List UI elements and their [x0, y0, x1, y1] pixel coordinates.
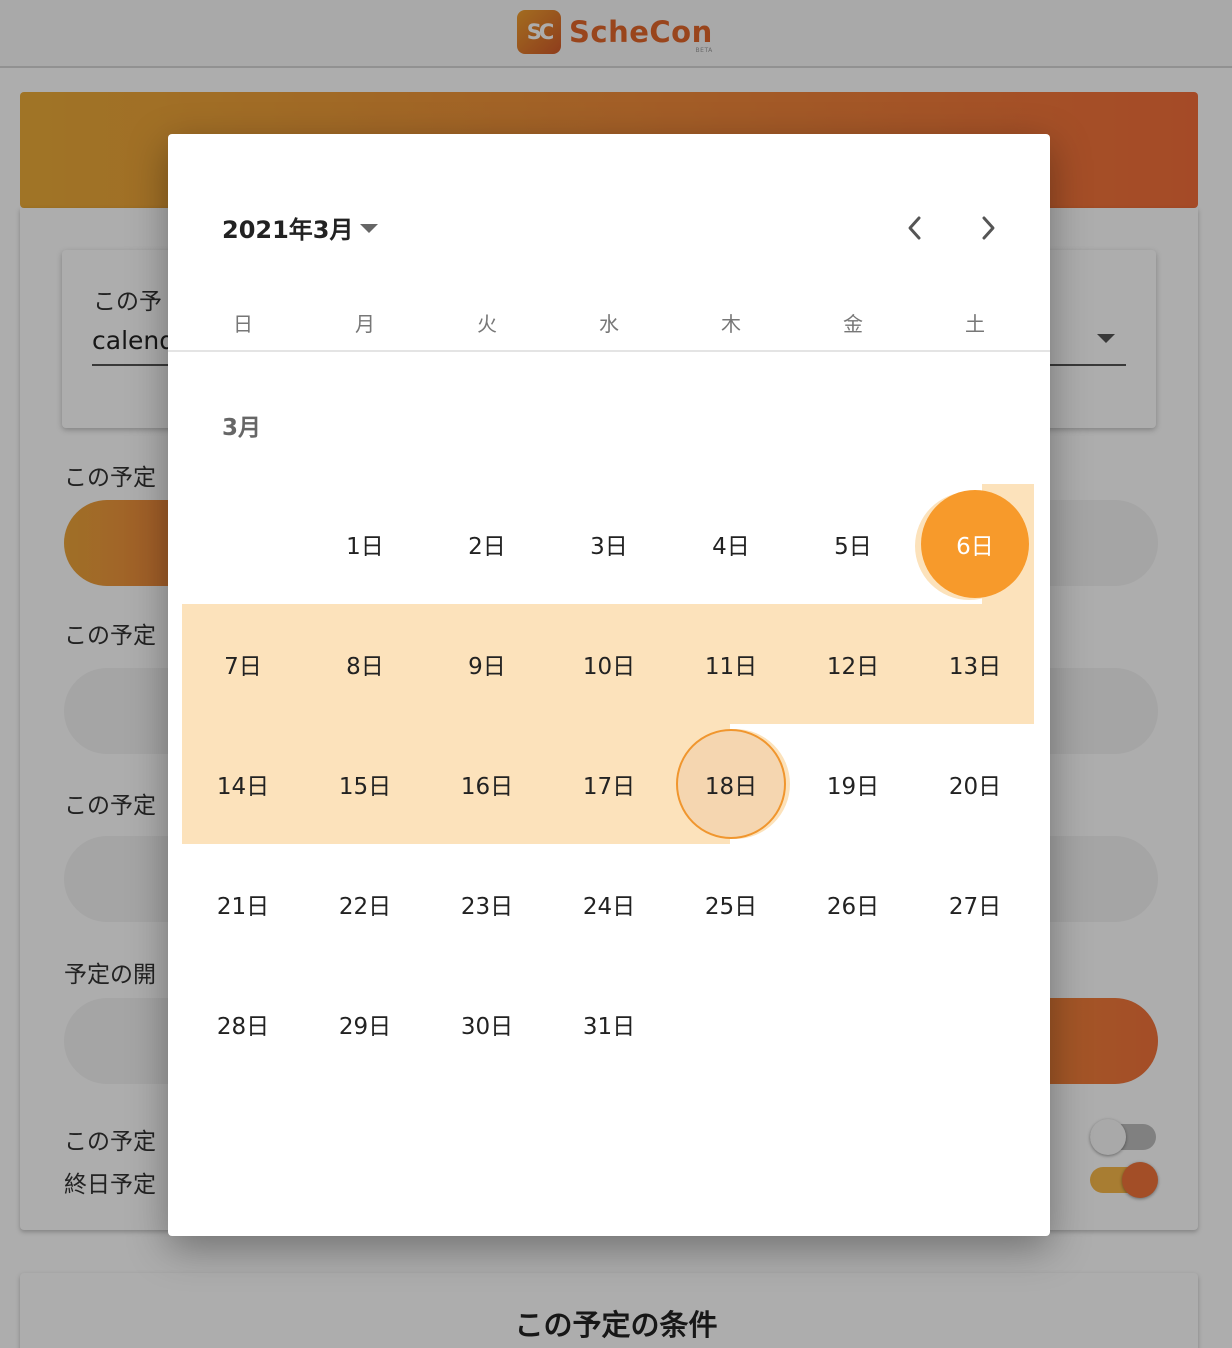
day-number: 29日 [338, 1014, 392, 1040]
day-cell[interactable]: 3日 [548, 484, 670, 604]
day-number: 22日 [338, 894, 392, 920]
day-number: 26日 [826, 894, 880, 920]
day-cell[interactable]: 24日 [548, 844, 670, 964]
day-number: 18日 [704, 774, 758, 800]
day-cell[interactable]: 20日 [914, 724, 1036, 844]
day-cell[interactable]: 21日 [182, 844, 304, 964]
day-cell[interactable]: 30日 [426, 964, 548, 1084]
day-cell[interactable]: 1日 [304, 484, 426, 604]
day-cell[interactable]: 12日 [792, 604, 914, 724]
day-cell[interactable]: 28日 [182, 964, 304, 1084]
day-number: 12日 [826, 654, 880, 680]
day-number: 31日 [582, 1014, 636, 1040]
day-number: 9日 [468, 654, 506, 680]
day-number: 11日 [704, 654, 758, 680]
day-number: 14日 [216, 774, 270, 800]
day-cell[interactable]: 8日 [304, 604, 426, 724]
day-number: 17日 [582, 774, 636, 800]
day-cell[interactable]: 4日 [670, 484, 792, 604]
day-number: 5日 [834, 534, 872, 560]
weekday-label: 月 [355, 312, 375, 336]
day-number: 21日 [216, 894, 270, 920]
weekday-label: 水 [599, 312, 619, 336]
weekday-label: 日 [233, 312, 253, 336]
day-number: 1日 [346, 534, 384, 560]
day-number: 7日 [224, 654, 262, 680]
day-number: 30日 [460, 1014, 514, 1040]
date-picker-dialog: 2021年3月 日 月 火 水 木 金 土 3月 1日 2日 3日 4日 5日 6日 7日 8日 9日 10日… [168, 134, 1050, 1236]
day-number: 20日 [948, 774, 1002, 800]
day-number: 27日 [948, 894, 1002, 920]
day-cell[interactable]: 25日 [670, 844, 792, 964]
next-month-button[interactable] [966, 206, 1010, 250]
day-cell[interactable]: 11日 [670, 604, 792, 724]
previous-month-button[interactable] [893, 206, 937, 250]
weekday-label: 土 [965, 312, 985, 336]
weekday-label: 金 [843, 312, 863, 336]
day-number: 4日 [712, 534, 750, 560]
day-cell[interactable]: 29日 [304, 964, 426, 1084]
day-cell[interactable]: 15日 [304, 724, 426, 844]
day-cell[interactable]: 17日 [548, 724, 670, 844]
day-cell-range-end[interactable]: 18日 [670, 724, 792, 844]
day-cell[interactable]: 23日 [426, 844, 548, 964]
day-cell[interactable]: 19日 [792, 724, 914, 844]
day-cell[interactable]: 27日 [914, 844, 1036, 964]
day-cell[interactable]: 5日 [792, 484, 914, 604]
day-cell[interactable]: 16日 [426, 724, 548, 844]
day-cell[interactable]: 22日 [304, 844, 426, 964]
day-number: 19日 [826, 774, 880, 800]
day-cell[interactable]: 2日 [426, 484, 548, 604]
day-cell[interactable]: 14日 [182, 724, 304, 844]
day-number: 24日 [582, 894, 636, 920]
day-number: 28日 [216, 1014, 270, 1040]
month-year-selector[interactable]: 2021年3月 [222, 210, 354, 245]
caret-down-icon[interactable] [360, 224, 378, 233]
day-number: 2日 [468, 534, 506, 560]
weekday-label: 木 [721, 312, 741, 336]
day-cell[interactable]: 13日 [914, 604, 1036, 724]
day-cell[interactable]: 9日 [426, 604, 548, 724]
chevron-left-icon [908, 216, 921, 240]
day-number: 25日 [704, 894, 758, 920]
day-cell[interactable]: 7日 [182, 604, 304, 724]
day-number: 23日 [460, 894, 514, 920]
day-cell[interactable]: 26日 [792, 844, 914, 964]
weekday-label: 火 [477, 312, 497, 336]
header-divider [168, 350, 1050, 352]
day-cell[interactable]: 31日 [548, 964, 670, 1084]
day-number: 16日 [460, 774, 514, 800]
day-cell[interactable]: 10日 [548, 604, 670, 724]
month-label: 3月 [222, 415, 262, 441]
day-number: 8日 [346, 654, 384, 680]
day-number: 6日 [956, 534, 994, 560]
day-number: 10日 [582, 654, 636, 680]
day-cell-range-start[interactable]: 6日 [914, 484, 1036, 604]
chevron-right-icon [982, 216, 995, 240]
day-number: 13日 [948, 654, 1002, 680]
day-number: 3日 [590, 534, 628, 560]
day-number: 15日 [338, 774, 392, 800]
